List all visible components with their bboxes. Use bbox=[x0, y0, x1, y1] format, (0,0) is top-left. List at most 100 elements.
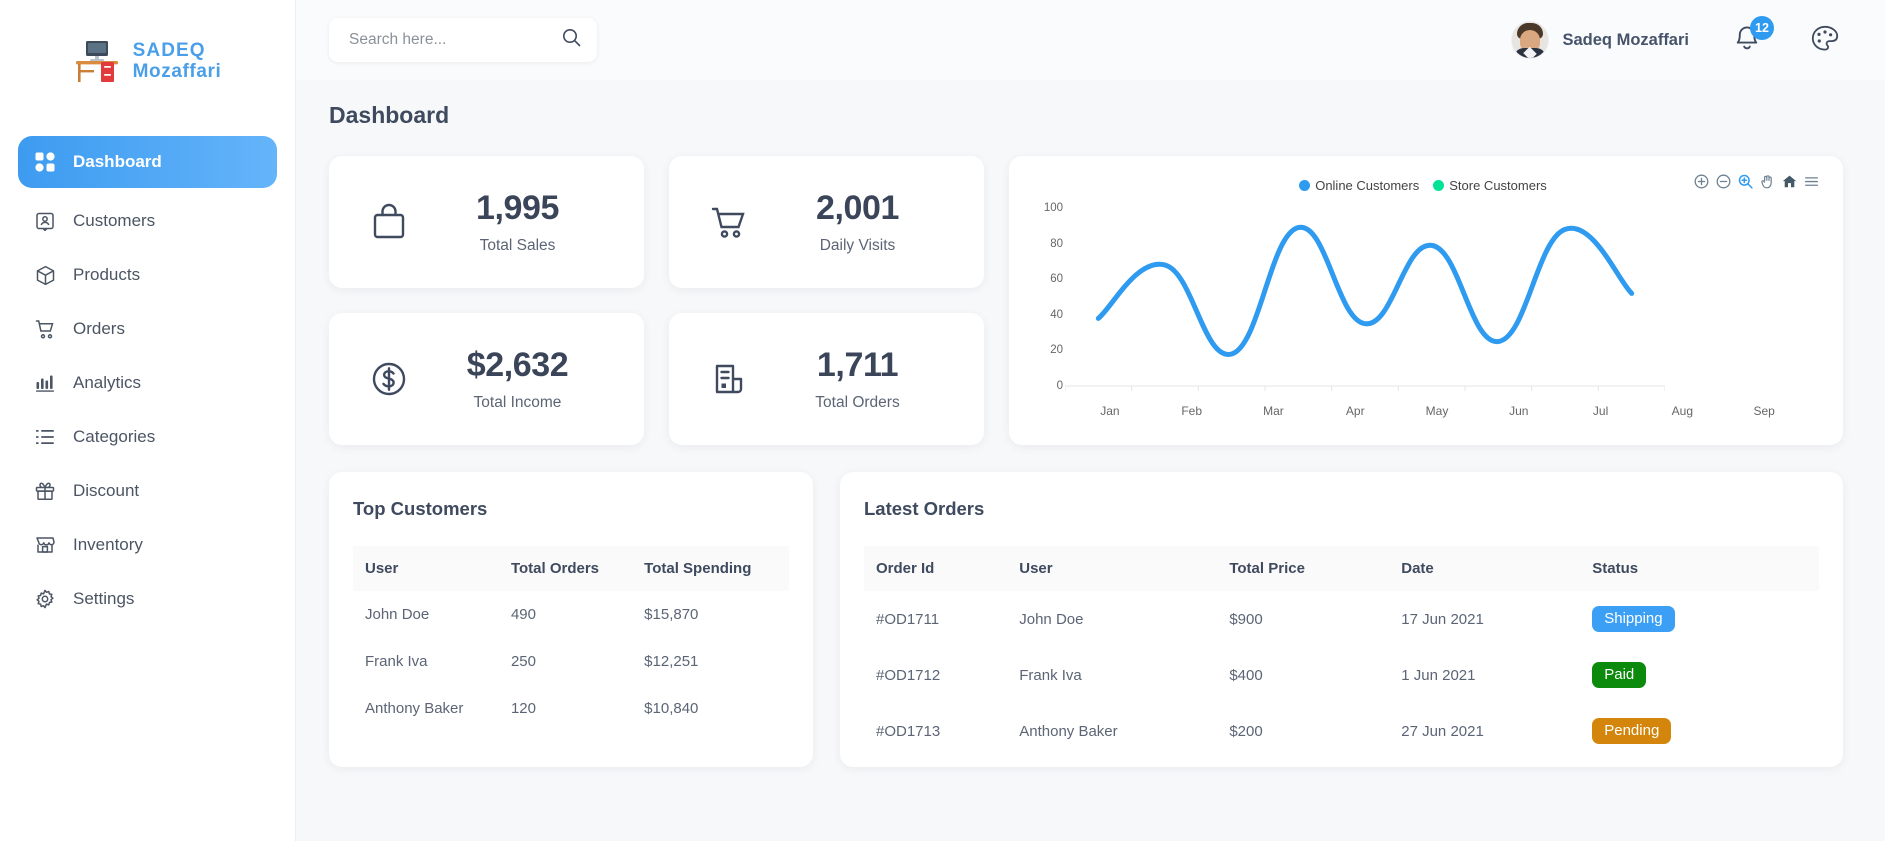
desk-computer-icon bbox=[74, 38, 122, 84]
store-icon bbox=[34, 534, 56, 556]
table-row[interactable]: #OD1713 Anthony Baker $200 27 Jun 2021 P… bbox=[864, 703, 1819, 759]
top-customers-table: User Total Orders Total Spending John Do… bbox=[353, 546, 789, 732]
status-badge: Shipping bbox=[1592, 606, 1675, 632]
tables-row: Top Customers User Total Orders Total Sp… bbox=[329, 472, 1843, 767]
sidebar-item-inventory[interactable]: Inventory bbox=[18, 522, 277, 568]
stat-card-total-orders[interactable]: 1,711 Total Orders bbox=[669, 313, 984, 445]
cell-order-id: #OD1713 bbox=[876, 722, 941, 740]
stat-card-total-income[interactable]: $2,632 Total Income bbox=[329, 313, 644, 445]
zoom-out-icon[interactable] bbox=[1716, 174, 1731, 189]
dollar-circle-icon bbox=[351, 357, 427, 401]
table-body: John Doe 490 $15,870 Frank Iva 250 $12,2… bbox=[353, 591, 789, 732]
chart-x-tick-label: Sep bbox=[1753, 404, 1775, 418]
chart-x-tick-label: May bbox=[1425, 404, 1449, 418]
table-body: #OD1711 John Doe $900 17 Jun 2021 Shippi… bbox=[864, 591, 1819, 759]
chart-line-series bbox=[1065, 225, 1665, 391]
cell-user: Frank Iva bbox=[365, 653, 428, 670]
cell-status: Pending bbox=[1580, 703, 1819, 759]
sidebar-item-discount[interactable]: Discount bbox=[18, 468, 277, 514]
notification-count-badge: 12 bbox=[1750, 16, 1774, 40]
user-menu[interactable]: Sadeq Mozaffari bbox=[1512, 22, 1689, 58]
avatar[interactable] bbox=[1512, 22, 1549, 58]
chart-y-tick-label: 20 bbox=[1050, 344, 1063, 357]
table-row[interactable]: #OD1712 Frank Iva $400 1 Jun 2021 Paid bbox=[864, 647, 1819, 703]
cell-status: Shipping bbox=[1580, 591, 1819, 647]
chart-y-tick-label: 0 bbox=[1056, 380, 1063, 392]
chart-toolbar bbox=[1694, 174, 1819, 189]
chart-plot: 0 20 40 60 80 100 Jan Feb Mar Apr May Jun Jul Aug Sep bbox=[1023, 200, 1823, 438]
chart-y-tick-label: 100 bbox=[1043, 202, 1063, 214]
theme-button[interactable] bbox=[1809, 23, 1843, 57]
sidebar-item-customers[interactable]: Customers bbox=[18, 198, 277, 244]
cell-total-spending: $12,251 bbox=[644, 653, 699, 670]
sidebar-item-products[interactable]: Products bbox=[18, 252, 277, 298]
table-header-row: User Total Orders Total Spending bbox=[353, 546, 789, 591]
table-row[interactable]: Frank Iva 250 $12,251 bbox=[353, 638, 789, 685]
cell-total-price: $900 bbox=[1229, 610, 1263, 628]
column-header: Date bbox=[1401, 560, 1434, 577]
main-area: Sadeq Mozaffari 12 Dashbo bbox=[296, 0, 1885, 841]
cell-user: Frank Iva bbox=[1019, 666, 1082, 684]
stat-label: Daily Visits bbox=[819, 236, 896, 254]
search-input[interactable] bbox=[349, 31, 562, 49]
stats-column: 1,995 Total Sales 2,001 Daily Visits $2,… bbox=[329, 156, 984, 445]
brand-logo[interactable]: SADEQ Mozaffari bbox=[0, 30, 295, 84]
sidebar-item-orders[interactable]: Orders bbox=[18, 306, 277, 352]
latest-orders-panel: Latest Orders Order Id User Total Price … bbox=[840, 472, 1843, 767]
column-header: Order Id bbox=[876, 560, 935, 577]
panel-title: Top Customers bbox=[353, 498, 488, 519]
page-content: Dashboard 1,995 Total Sales 2,001 Daily … bbox=[296, 80, 1885, 767]
table-row[interactable]: John Doe 490 $15,870 bbox=[353, 591, 789, 638]
chart-x-tick-label: Jun bbox=[1509, 404, 1529, 418]
cell-user: Anthony Baker bbox=[1019, 722, 1118, 740]
legend-item-online-customers[interactable]: Online Customers bbox=[1299, 178, 1419, 193]
chart-y-tick-label: 60 bbox=[1050, 273, 1063, 286]
stat-body: $2,632 Total Income bbox=[431, 346, 622, 411]
overview-row: 1,995 Total Sales 2,001 Daily Visits $2,… bbox=[329, 156, 1843, 445]
sidebar-item-categories[interactable]: Categories bbox=[18, 414, 277, 460]
table-row[interactable]: Anthony Baker 120 $10,840 bbox=[353, 685, 789, 732]
sidebar-item-settings[interactable]: Settings bbox=[18, 576, 277, 622]
cell-total-price: $200 bbox=[1229, 722, 1263, 740]
sidebar-item-label: Settings bbox=[73, 589, 135, 608]
sidebar-item-label: Products bbox=[73, 265, 141, 284]
sidebar-item-dashboard[interactable]: Dashboard bbox=[18, 136, 277, 188]
home-reset-icon[interactable] bbox=[1782, 174, 1797, 189]
search-box[interactable] bbox=[329, 18, 597, 62]
chart-x-tick-label: Mar bbox=[1263, 404, 1284, 418]
user-name: Sadeq Mozaffari bbox=[1562, 30, 1689, 49]
legend-item-store-customers[interactable]: Store Customers bbox=[1433, 178, 1547, 193]
table-row[interactable]: #OD1711 John Doe $900 17 Jun 2021 Shippi… bbox=[864, 591, 1819, 647]
notifications-button[interactable]: 12 bbox=[1731, 16, 1774, 57]
grid-icon bbox=[34, 151, 56, 173]
legend-dot bbox=[1433, 179, 1445, 191]
cell-order-id: #OD1711 bbox=[876, 610, 940, 628]
chart-x-axis: Jan Feb Mar Apr May Jun Jul Aug Sep bbox=[1069, 404, 1805, 418]
bar-chart-icon bbox=[34, 372, 56, 394]
selection-zoom-icon[interactable] bbox=[1738, 174, 1753, 189]
box-icon bbox=[34, 264, 56, 286]
pan-icon[interactable] bbox=[1760, 174, 1775, 189]
sidebar-item-label: Discount bbox=[73, 481, 140, 500]
zoom-in-icon[interactable] bbox=[1694, 174, 1709, 189]
search-icon[interactable] bbox=[562, 28, 581, 52]
stat-card-daily-visits[interactable]: 2,001 Daily Visits bbox=[669, 156, 984, 288]
sidebar-item-analytics[interactable]: Analytics bbox=[18, 360, 277, 406]
cart-icon bbox=[34, 318, 56, 340]
shopping-bag-icon bbox=[351, 200, 427, 244]
list-icon bbox=[34, 426, 56, 448]
stat-card-total-sales[interactable]: 1,995 Total Sales bbox=[329, 156, 644, 288]
cell-total-spending: $10,840 bbox=[644, 700, 699, 717]
sidebar-item-label: Categories bbox=[73, 427, 156, 446]
dashboard-app: SADEQ Mozaffari Dashboard Customers Prod… bbox=[0, 0, 1885, 841]
menu-icon[interactable] bbox=[1804, 174, 1819, 189]
cell-date: 1 Jun 2021 bbox=[1401, 666, 1476, 684]
top-customers-panel: Top Customers User Total Orders Total Sp… bbox=[329, 472, 813, 767]
column-header: Status bbox=[1592, 560, 1639, 577]
invoice-icon bbox=[691, 357, 767, 401]
panel-title: Latest Orders bbox=[864, 498, 985, 519]
column-header: Total Spending bbox=[644, 560, 752, 577]
customers-chart-card: Online Customers Store Customers 0 20 40… bbox=[1009, 156, 1843, 445]
latest-orders-table: Order Id User Total Price Date Status #O… bbox=[864, 546, 1819, 759]
legend-label: Online Customers bbox=[1315, 177, 1420, 193]
